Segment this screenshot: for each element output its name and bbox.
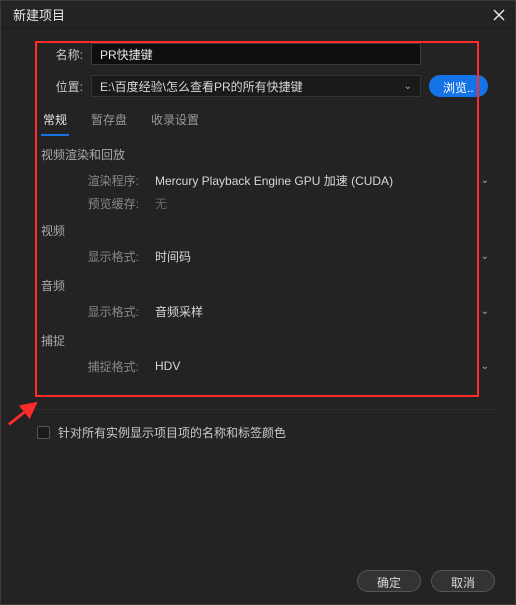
location-dropdown[interactable]: E:\百度经验\怎么查看PR的所有快捷键 ⌄ — [91, 75, 421, 97]
preview-cache-label: 预览缓存: — [19, 195, 139, 212]
chevron-down-icon: ⌄ — [404, 81, 412, 92]
close-icon[interactable] — [491, 7, 507, 23]
browse-button[interactable]: 浏览.. — [429, 75, 488, 97]
name-row: 名称: — [19, 43, 497, 65]
tabs: 常规 暂存盘 收录设置 — [41, 107, 497, 136]
capture-format-row: 捕捉格式: HDV ⌄ — [19, 355, 497, 377]
window-title: 新建项目 — [13, 5, 65, 24]
preview-cache-row: 预览缓存: 无 — [19, 195, 497, 212]
audio-format-value: 音频采样 — [155, 303, 203, 320]
checkbox-row: 针对所有实例显示项目项的名称和标签颜色 — [37, 424, 515, 441]
audio-format-dropdown[interactable]: 音频采样 ⌄ — [147, 300, 497, 322]
capture-format-dropdown[interactable]: HDV ⌄ — [147, 355, 497, 377]
renderer-label: 渲染程序: — [19, 172, 139, 189]
footer: 确定 取消 — [357, 570, 495, 592]
video-format-dropdown[interactable]: 时间码 ⌄ — [147, 245, 497, 267]
show-labels-checkbox[interactable] — [37, 426, 50, 439]
name-label: 名称: — [19, 46, 83, 63]
dialog-window: 新建项目 名称: 位置: E:\百度经验\怎么查看PR的所有快捷键 ⌄ 浏览..… — [0, 0, 516, 605]
tab-scratch[interactable]: 暂存盘 — [89, 107, 129, 136]
audio-format-label: 显示格式: — [19, 303, 139, 320]
tab-ingest[interactable]: 收录设置 — [149, 107, 201, 136]
renderer-row: 渲染程序: Mercury Playback Engine GPU 加速 (CU… — [19, 169, 497, 191]
audio-format-row: 显示格式: 音频采样 ⌄ — [19, 300, 497, 322]
tab-general[interactable]: 常规 — [41, 107, 69, 136]
chevron-down-icon: ⌄ — [481, 361, 489, 372]
chevron-down-icon: ⌄ — [481, 175, 489, 186]
dialog-content: 名称: 位置: E:\百度经验\怎么查看PR的所有快捷键 ⌄ 浏览.. 常规 暂… — [1, 29, 515, 391]
capture-format-label: 捕捉格式: — [19, 358, 139, 375]
renderer-dropdown[interactable]: Mercury Playback Engine GPU 加速 (CUDA) ⌄ — [147, 169, 497, 191]
annotation-arrow-icon — [7, 397, 45, 427]
location-label: 位置: — [19, 78, 83, 95]
renderer-value: Mercury Playback Engine GPU 加速 (CUDA) — [155, 172, 393, 189]
section-capture-title: 捕捉 — [41, 332, 497, 349]
location-row: 位置: E:\百度经验\怎么查看PR的所有快捷键 ⌄ 浏览.. — [19, 75, 497, 97]
section-render-title: 视频渲染和回放 — [41, 146, 497, 163]
video-format-row: 显示格式: 时间码 ⌄ — [19, 245, 497, 267]
video-format-value: 时间码 — [155, 248, 191, 265]
titlebar: 新建项目 — [1, 1, 515, 29]
ok-button[interactable]: 确定 — [357, 570, 421, 592]
chevron-down-icon: ⌄ — [481, 306, 489, 317]
location-value: E:\百度经验\怎么查看PR的所有快捷键 — [100, 78, 303, 95]
video-format-label: 显示格式: — [19, 248, 139, 265]
section-video-title: 视频 — [41, 222, 497, 239]
divider — [19, 409, 497, 410]
chevron-down-icon: ⌄ — [481, 251, 489, 262]
checkbox-label: 针对所有实例显示项目项的名称和标签颜色 — [58, 424, 286, 441]
name-input[interactable] — [91, 43, 421, 65]
cancel-button[interactable]: 取消 — [431, 570, 495, 592]
capture-format-value: HDV — [155, 359, 180, 373]
section-audio-title: 音频 — [41, 277, 497, 294]
preview-cache-value: 无 — [147, 195, 247, 212]
